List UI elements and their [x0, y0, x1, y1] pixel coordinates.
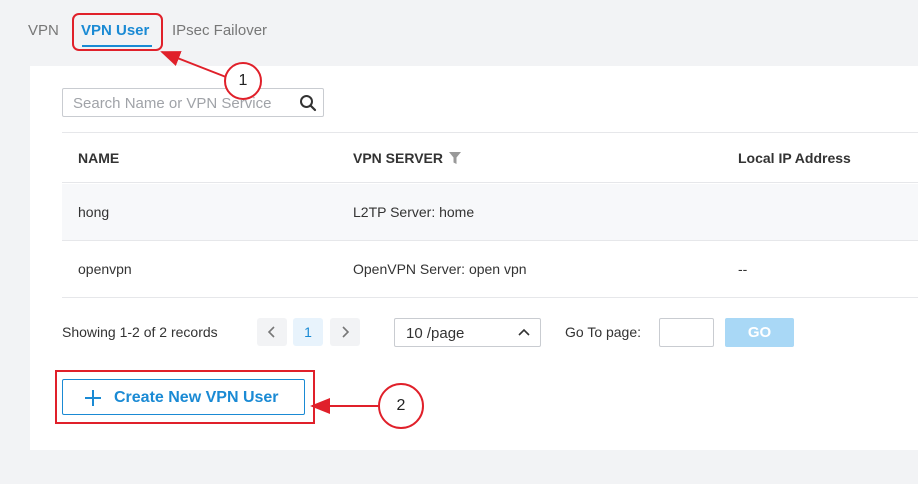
chevron-left-icon: [267, 326, 275, 338]
tab-vpn[interactable]: VPN: [28, 22, 59, 39]
table-row[interactable]: openvpn OpenVPN Server: open vpn --: [62, 241, 918, 298]
callout-number-2: 2: [396, 397, 406, 414]
goto-page-input[interactable]: [659, 318, 714, 347]
active-tab-indicator: [82, 45, 152, 47]
tab-vpn-user[interactable]: VPN User: [81, 22, 149, 39]
previous-page-button[interactable]: [257, 318, 287, 346]
create-vpn-user-button[interactable]: Create New VPN User: [62, 379, 305, 415]
chevron-up-icon: [518, 328, 530, 336]
pagination-summary: Showing 1-2 of 2 records: [62, 324, 218, 340]
filter-icon[interactable]: [449, 152, 461, 164]
search-input[interactable]: [73, 93, 293, 113]
create-vpn-user-label: Create New VPN User: [114, 389, 279, 406]
column-header-local-ip: Local IP Address: [738, 150, 851, 166]
cell-name: openvpn: [78, 261, 132, 277]
go-button[interactable]: GO: [725, 318, 794, 347]
column-header-vpn-server-label: VPN SERVER: [353, 150, 443, 166]
table-header: NAME VPN SERVER Local IP Address: [62, 132, 918, 183]
cell-vpn-server: L2TP Server: home: [353, 204, 475, 220]
cell-local-ip: --: [738, 261, 748, 277]
tab-ipsec-failover[interactable]: IPsec Failover: [172, 22, 267, 39]
search-icon[interactable]: [299, 94, 317, 112]
chevron-right-icon: [342, 326, 350, 338]
search-box: [62, 88, 324, 117]
callout-number-1: 1: [238, 72, 248, 89]
goto-page-label: Go To page:: [565, 324, 642, 340]
table-row[interactable]: hong L2TP Server: home: [62, 184, 918, 241]
page-size-value: 10 /page: [406, 325, 465, 342]
column-header-name: NAME: [78, 150, 120, 166]
cell-vpn-server: OpenVPN Server: open vpn: [353, 261, 527, 277]
plus-icon: [85, 390, 101, 406]
column-header-vpn-server: VPN SERVER: [353, 150, 461, 166]
cell-name: hong: [78, 204, 110, 220]
page-size-select[interactable]: 10 /page: [394, 318, 541, 347]
next-page-button[interactable]: [330, 318, 360, 346]
page-number-button[interactable]: 1: [293, 318, 323, 346]
